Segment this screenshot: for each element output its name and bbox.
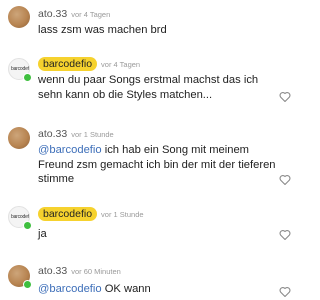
comment-text: lass zsm was machen brd — [38, 23, 167, 38]
comment-line: ich hab ein Song mit meinem — [101, 144, 249, 156]
heart-outline-icon[interactable] — [279, 174, 291, 185]
comment-item: ato.33 vor 4 Tagen lass zsm was machen br… — [0, 0, 300, 38]
comment-line: Freund zsm gemacht ich bin der mit der t… — [38, 158, 276, 171]
comment-line: stimme — [38, 173, 75, 185]
comment-line: sehn kann ob die Styles matchen... — [38, 88, 213, 101]
username[interactable]: ato.33 — [38, 265, 67, 277]
username-badge[interactable]: barcodefio — [38, 207, 98, 221]
comment-meta: ato.33 vor 4 Tagen — [38, 8, 110, 20]
online-status-icon — [23, 280, 32, 289]
username[interactable]: ato.33 — [38, 8, 67, 20]
comment-text: @barcodefio OK wann — [38, 282, 151, 297]
timestamp: vor 1 Stunde — [101, 210, 144, 219]
heart-outline-icon[interactable] — [279, 286, 291, 297]
mention-link[interactable]: @barcodefio — [38, 144, 102, 156]
comment-line: OK wann — [101, 283, 151, 295]
comment-line: ja — [38, 228, 47, 240]
comment-line: wenn du paar Songs erstmal machst das ic… — [38, 74, 259, 86]
comment-text: wenn du paar Songs erstmal machst das ic… — [38, 73, 258, 102]
comment-meta: ato.33 vor 60 Minuten — [38, 265, 121, 277]
timestamp: vor 4 Tagen — [71, 10, 111, 19]
comment-item: barcodefio barcodefiovor 1 Stunde ja — [0, 205, 300, 255]
comment-item: barcodefio barcodefiovor 4 Tagen wenn du… — [0, 52, 300, 114]
online-status-icon — [23, 221, 32, 230]
mention-link[interactable]: @barcodefio — [38, 283, 102, 295]
username-badge[interactable]: barcodefio — [38, 57, 98, 71]
heart-outline-icon[interactable] — [279, 229, 291, 240]
username[interactable]: ato.33 — [38, 128, 67, 140]
avatar-logo-text: barcodefio — [11, 66, 29, 72]
timestamp: vor 4 Tagen — [101, 60, 141, 69]
comment-item: ato.33 vor 60 Minuten @barcodefio OK wann — [0, 262, 300, 300]
comment-meta: barcodefio vor 1 Stunde — [38, 207, 144, 221]
egg-avatar-icon[interactable] — [8, 127, 30, 149]
timestamp: vor 60 Minuten — [71, 267, 121, 276]
comment-text: ja — [38, 227, 47, 242]
avatar-logo-text: barcodefio — [11, 214, 29, 220]
comment-meta: ato.33 vor 1 Stunde — [38, 128, 114, 140]
heart-outline-icon[interactable] — [279, 91, 291, 102]
comment-meta: barcodefio vor 4 Tagen — [38, 57, 141, 71]
egg-avatar-icon[interactable] — [8, 6, 30, 28]
comment-text: @barcodefio ich hab ein Song mit meinem … — [38, 143, 276, 187]
timestamp: vor 1 Stunde — [71, 130, 114, 139]
comment-line: lass zsm was machen brd — [38, 24, 167, 36]
comment-item: ato.33 vor 1 Stunde @barcodefio ich hab e… — [0, 125, 300, 197]
online-status-icon — [23, 73, 32, 82]
